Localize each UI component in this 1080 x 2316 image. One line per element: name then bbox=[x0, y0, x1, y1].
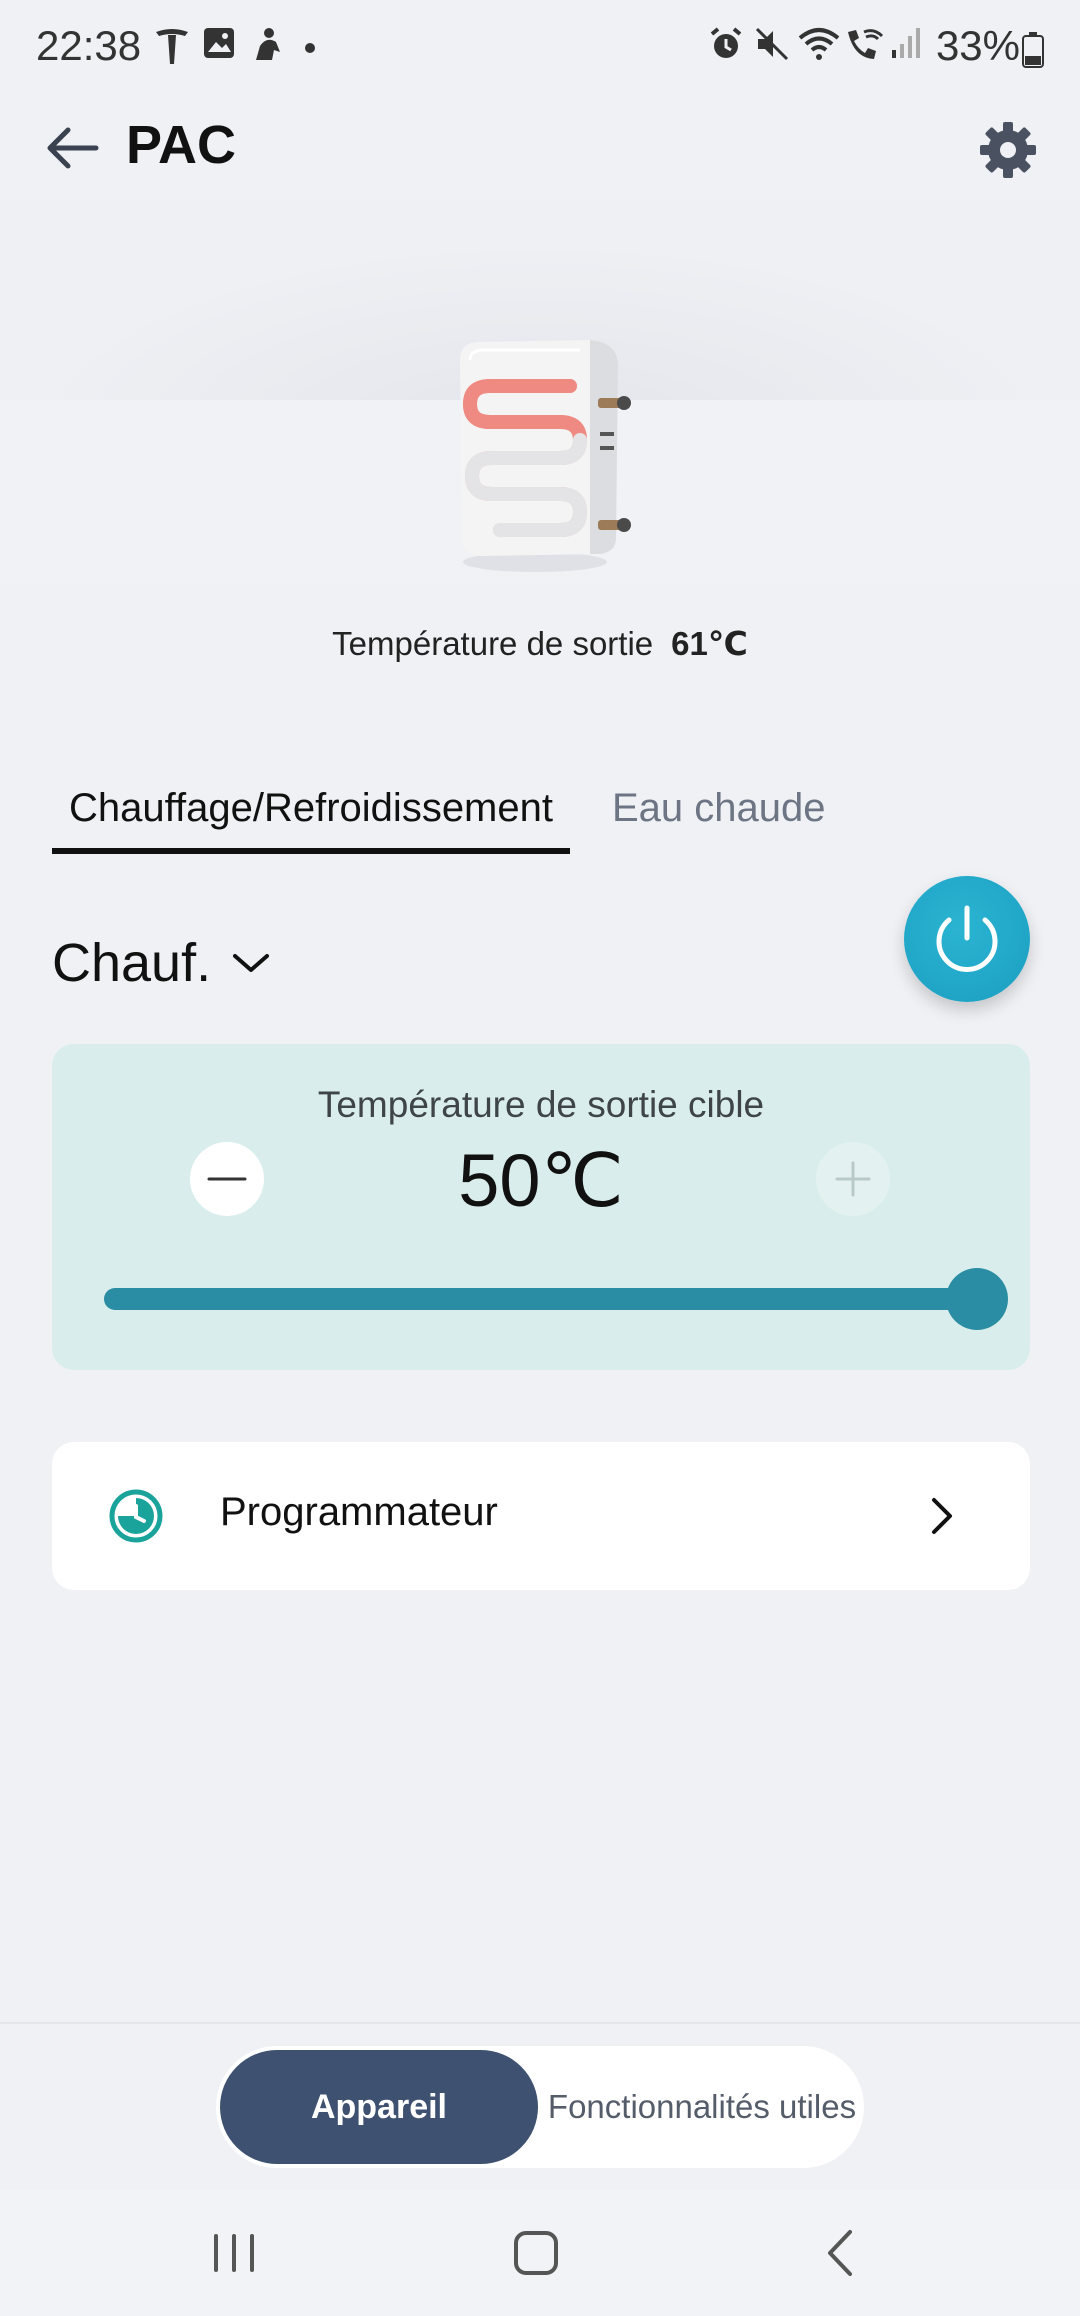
chevron-down-icon bbox=[233, 954, 270, 972]
home-icon[interactable] bbox=[496, 2220, 576, 2286]
increase-temperature-button[interactable] bbox=[816, 1142, 890, 1216]
schedule-clock-icon bbox=[109, 1489, 163, 1543]
bottom-segmented-control: Appareil Fonctionnalités utiles bbox=[216, 2046, 864, 2168]
recent-apps-icon[interactable] bbox=[194, 2220, 274, 2286]
heat-pump-image bbox=[460, 340, 631, 572]
chevron-right-icon bbox=[932, 1498, 952, 1534]
status-bar: 22:38 33% bbox=[0, 0, 1080, 96]
minus-icon bbox=[207, 1177, 247, 1181]
temperature-slider-track[interactable] bbox=[104, 1288, 976, 1310]
status-time: 22:38 bbox=[36, 22, 142, 69]
mode-dropdown[interactable]: Chauf. bbox=[52, 928, 273, 998]
app-icon bbox=[256, 28, 280, 60]
mute-icon bbox=[755, 27, 789, 61]
segment-device[interactable]: Appareil bbox=[220, 2050, 538, 2164]
programmer-row[interactable]: Programmateur bbox=[52, 1442, 1030, 1590]
outlet-temperature-label: Température de sortie bbox=[332, 625, 654, 662]
gear-icon[interactable] bbox=[976, 118, 1040, 182]
dot-icon bbox=[305, 43, 315, 53]
tesla-icon bbox=[156, 29, 188, 64]
mode-label: Chauf. bbox=[52, 933, 212, 993]
active-tab-indicator bbox=[52, 848, 570, 854]
wifi-call-icon bbox=[848, 29, 884, 59]
decrease-temperature-button[interactable] bbox=[190, 1142, 264, 1216]
back-nav-icon[interactable] bbox=[800, 2220, 880, 2286]
tab-heating-cooling-label: Chauffage/Refroidissement bbox=[69, 786, 553, 830]
gallery-icon bbox=[204, 28, 234, 58]
power-icon bbox=[936, 905, 998, 972]
page-title: PAC bbox=[126, 115, 237, 175]
tab-hot-water[interactable]: Eau chaude bbox=[612, 786, 826, 831]
battery-icon bbox=[1022, 32, 1044, 68]
power-button[interactable] bbox=[904, 876, 1030, 1002]
wifi-icon bbox=[798, 28, 840, 60]
battery-percent: 33% bbox=[935, 22, 1020, 69]
signal-icon bbox=[892, 28, 920, 58]
temperature-slider-thumb[interactable] bbox=[946, 1268, 1008, 1330]
programmer-label: Programmateur bbox=[220, 1490, 498, 1534]
target-temperature-label: Température de sortie cible bbox=[317, 1084, 765, 1125]
tab-heating-cooling[interactable]: Chauffage/Refroidissement bbox=[52, 780, 570, 854]
outlet-temperature-value: 61℃ bbox=[671, 625, 748, 662]
target-temperature-card: Température de sortie cible 50℃ bbox=[52, 1044, 1030, 1370]
outlet-temperature-readout: Température de sortie 61℃ bbox=[0, 624, 1080, 663]
alarm-icon bbox=[710, 27, 742, 58]
segment-useful-features[interactable]: Fonctionnalités utiles bbox=[546, 2046, 858, 2168]
back-arrow-icon[interactable] bbox=[40, 118, 110, 178]
system-navigation-bar bbox=[0, 2190, 1080, 2316]
plus-icon bbox=[835, 1161, 871, 1197]
